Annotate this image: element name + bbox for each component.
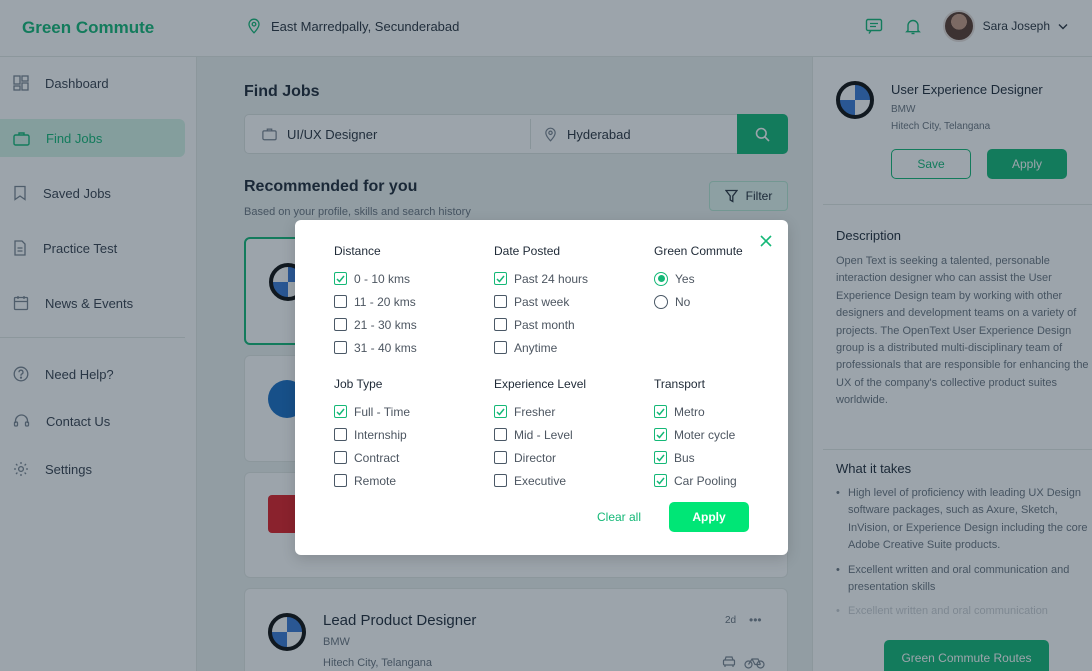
- checkbox-checked-icon[interactable]: [654, 451, 667, 464]
- option-label: Mid - Level: [514, 427, 573, 442]
- filter-option-21-30-kms[interactable]: 21 - 30 kms: [334, 313, 484, 336]
- clear-all-button[interactable]: Clear all: [597, 510, 641, 524]
- filter-group-heading: Green Commute: [654, 244, 743, 258]
- checkbox-checked-icon[interactable]: [494, 272, 507, 285]
- filter-option-11-20-kms[interactable]: 11 - 20 kms: [334, 290, 484, 313]
- filter-option-director[interactable]: Director: [494, 446, 644, 469]
- option-label: 11 - 20 kms: [354, 294, 416, 309]
- filter-group-date-posted: Date Posted Past 24 hours Past week Past…: [494, 244, 644, 359]
- checkbox-checked-icon[interactable]: [654, 405, 667, 418]
- checkbox-icon[interactable]: [494, 295, 507, 308]
- checkbox-icon[interactable]: [334, 341, 347, 354]
- option-label: 31 - 40 kms: [354, 340, 417, 355]
- filter-group-job-type: Job Type Full - Time Internship Contract…: [334, 377, 484, 492]
- filter-option-no[interactable]: No: [654, 290, 804, 313]
- filter-group-heading: Job Type: [334, 377, 383, 391]
- filter-option-executive[interactable]: Executive: [494, 469, 644, 492]
- filter-group-heading: Date Posted: [494, 244, 561, 258]
- filter-group-heading: Experience Level: [494, 377, 587, 391]
- checkbox-icon[interactable]: [494, 451, 507, 464]
- checkbox-checked-icon[interactable]: [334, 272, 347, 285]
- filter-option-anytime[interactable]: Anytime: [494, 336, 644, 359]
- filter-option-bus[interactable]: Bus: [654, 446, 804, 469]
- option-label: Car Pooling: [674, 473, 737, 488]
- filter-group-transport: Transport Metro Moter cycle Bus Car Pool…: [654, 377, 804, 492]
- filter-group-experience-level: Experience Level Fresher Mid - Level Dir…: [494, 377, 644, 492]
- filter-option-contract[interactable]: Contract: [334, 446, 484, 469]
- filter-option-fresher[interactable]: Fresher: [494, 400, 644, 423]
- filter-group-heading: Transport: [654, 377, 705, 391]
- option-label: Moter cycle: [674, 427, 736, 442]
- filter-modal: Distance 0 - 10 kms 11 - 20 kms 21 - 30 …: [295, 220, 788, 555]
- option-label: Remote: [354, 473, 397, 488]
- checkbox-icon[interactable]: [494, 318, 507, 331]
- filter-option-full-time[interactable]: Full - Time: [334, 400, 484, 423]
- option-label: 21 - 30 kms: [354, 317, 417, 332]
- checkbox-checked-icon[interactable]: [654, 428, 667, 441]
- option-label: 0 - 10 kms: [354, 271, 411, 286]
- filter-option-remote[interactable]: Remote: [334, 469, 484, 492]
- checkbox-icon[interactable]: [494, 474, 507, 487]
- option-label: Executive: [514, 473, 567, 488]
- checkbox-icon[interactable]: [334, 318, 347, 331]
- radio-icon[interactable]: [654, 294, 668, 309]
- checkbox-icon[interactable]: [494, 341, 507, 354]
- option-label: Metro: [674, 404, 705, 419]
- checkbox-icon[interactable]: [494, 428, 507, 441]
- filter-option-yes[interactable]: Yes: [654, 267, 804, 290]
- filter-option-0-10-kms[interactable]: 0 - 10 kms: [334, 267, 484, 290]
- checkbox-checked-icon[interactable]: [334, 405, 347, 418]
- option-label: Past month: [514, 317, 575, 332]
- option-label: Contract: [354, 450, 400, 465]
- filter-option-car-pooling[interactable]: Car Pooling: [654, 469, 804, 492]
- checkbox-checked-icon[interactable]: [494, 405, 507, 418]
- apply-filters-button[interactable]: Apply: [669, 502, 749, 532]
- option-label: Director: [514, 450, 557, 465]
- option-label: Past 24 hours: [514, 271, 589, 286]
- option-label: Anytime: [514, 340, 558, 355]
- option-label: Full - Time: [354, 404, 411, 419]
- option-label: Fresher: [514, 404, 556, 419]
- radio-selected-icon[interactable]: [654, 271, 668, 286]
- filter-group-green-commute: Green Commute Yes No: [654, 244, 804, 313]
- option-label: Past week: [514, 294, 570, 309]
- filter-option-past-24-hours[interactable]: Past 24 hours: [494, 267, 644, 290]
- checkbox-icon[interactable]: [334, 428, 347, 441]
- filter-option-past-week[interactable]: Past week: [494, 290, 644, 313]
- checkbox-icon[interactable]: [334, 474, 347, 487]
- option-label: Internship: [354, 427, 407, 442]
- filter-group-distance: Distance 0 - 10 kms 11 - 20 kms 21 - 30 …: [334, 244, 484, 359]
- option-label: No: [675, 294, 691, 309]
- filter-option-moter-cycle[interactable]: Moter cycle: [654, 423, 804, 446]
- filter-option-past-month[interactable]: Past month: [494, 313, 644, 336]
- checkbox-checked-icon[interactable]: [654, 474, 667, 487]
- option-label: Yes: [675, 271, 695, 286]
- filter-option-mid-level[interactable]: Mid - Level: [494, 423, 644, 446]
- filter-group-heading: Distance: [334, 244, 381, 258]
- filter-option-metro[interactable]: Metro: [654, 400, 804, 423]
- filter-option-internship[interactable]: Internship: [334, 423, 484, 446]
- checkbox-icon[interactable]: [334, 451, 347, 464]
- filter-option-31-40-kms[interactable]: 31 - 40 kms: [334, 336, 484, 359]
- option-label: Bus: [674, 450, 695, 465]
- checkbox-icon[interactable]: [334, 295, 347, 308]
